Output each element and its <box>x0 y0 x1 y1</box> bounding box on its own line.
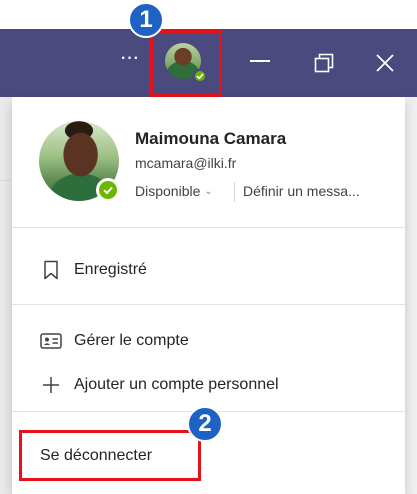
restore-icon[interactable] <box>313 52 335 74</box>
set-status-message-button[interactable]: Définir un messa... <box>243 183 393 199</box>
step-badge-1: 1 <box>128 2 164 38</box>
menu-item-label: Enregistré <box>74 261 147 278</box>
divider <box>12 227 405 228</box>
close-icon[interactable] <box>374 52 396 74</box>
sign-out-button[interactable]: Se déconnecter <box>40 447 152 465</box>
background-content-right <box>405 97 417 494</box>
menu-item-add-personal-account[interactable]: Ajouter un compte personnel <box>12 365 405 405</box>
step-badge-2: 2 <box>187 406 223 442</box>
menu-item-label: Gérer le compte <box>74 332 189 349</box>
menu-item-label: Ajouter un compte personnel <box>74 376 279 393</box>
presence-available-icon <box>193 69 207 83</box>
menu-item-saved[interactable]: Enregistré <box>12 250 405 290</box>
profile-email: mcamara@ilki.fr <box>135 155 237 171</box>
plus-icon <box>40 374 62 396</box>
bookmark-icon <box>40 259 62 281</box>
chevron-down-icon: ⌄ <box>204 185 213 197</box>
window-top-area <box>0 0 417 29</box>
divider <box>234 182 235 202</box>
menu-item-manage-account[interactable]: Gérer le compte <box>12 321 405 361</box>
profile-name: Maimouna Camara <box>135 129 287 148</box>
background-divider <box>0 180 12 181</box>
minimize-icon[interactable] <box>250 60 270 62</box>
status-selector[interactable]: Disponible ⌄ <box>135 183 213 199</box>
contact-card-icon <box>40 330 62 352</box>
more-options-button[interactable]: ··· <box>114 46 144 76</box>
presence-available-icon <box>96 178 120 202</box>
divider <box>12 304 405 305</box>
background-content <box>0 97 12 494</box>
status-label: Disponible <box>135 183 201 199</box>
